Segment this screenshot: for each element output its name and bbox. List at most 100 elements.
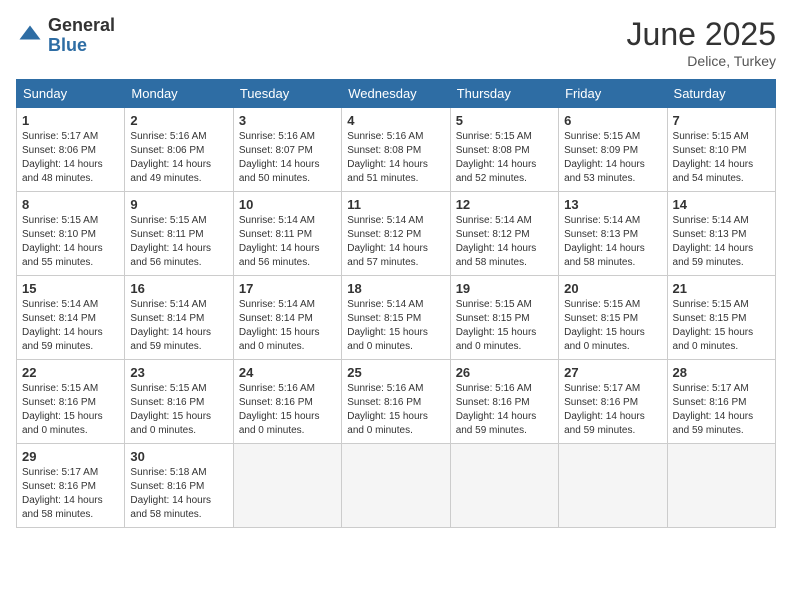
logo-blue: Blue (48, 36, 115, 56)
calendar-day-cell (450, 444, 558, 528)
day-number: 27 (564, 365, 661, 380)
day-number: 7 (673, 113, 770, 128)
day-number: 23 (130, 365, 227, 380)
calendar-day-cell: 26Sunrise: 5:16 AM Sunset: 8:16 PM Dayli… (450, 360, 558, 444)
calendar-week-row: 1Sunrise: 5:17 AM Sunset: 8:06 PM Daylig… (17, 108, 776, 192)
calendar-day-cell: 6 Sunrise: 5:15 AM Sunset: 8:09 PM Daylig… (559, 108, 667, 192)
day-number: 14 (673, 197, 770, 212)
day-number: 22 (22, 365, 119, 380)
day-info: Sunrise: 5:14 AM Sunset: 8:15 PM Dayligh… (347, 298, 444, 354)
calendar-day-cell: 1Sunrise: 5:17 AM Sunset: 8:06 PM Daylig… (17, 108, 125, 192)
calendar-day-cell: 17 Sunrise: 5:14 AM Sunset: 8:14 PM Dayli… (233, 276, 341, 360)
day-number: 12 (456, 197, 553, 212)
day-number: 6 (564, 113, 661, 128)
calendar-day-cell: 29 Sunrise: 5:17 AM Sunset: 8:16 PM Dayli… (17, 444, 125, 528)
day-number: 21 (673, 281, 770, 296)
calendar-day-cell: 15 Sunrise: 5:14 AM Sunset: 8:14 PM Dayli… (17, 276, 125, 360)
day-info: Sunrise: 5:16 AM Sunset: 8:06 PM Dayligh… (130, 130, 227, 186)
day-number: 30 (130, 449, 227, 464)
logo: General Blue (16, 16, 115, 56)
day-info: Sunrise: 5:15 AM Sunset: 8:15 PM Dayligh… (456, 298, 553, 354)
day-info: Sunrise: 5:15 AM Sunset: 8:10 PM Dayligh… (22, 214, 119, 270)
day-number: 10 (239, 197, 336, 212)
day-number: 24 (239, 365, 336, 380)
logo-icon (16, 22, 44, 50)
day-info: Sunrise: 5:14 AM Sunset: 8:11 PM Dayligh… (239, 214, 336, 270)
calendar-day-cell (559, 444, 667, 528)
day-number: 13 (564, 197, 661, 212)
day-info: Sunrise: 5:15 AM Sunset: 8:08 PM Dayligh… (456, 130, 553, 186)
calendar-day-header: Saturday (667, 80, 775, 108)
day-number: 1 (22, 113, 119, 128)
day-info: Sunrise: 5:14 AM Sunset: 8:14 PM Dayligh… (130, 298, 227, 354)
day-info: Sunrise: 5:14 AM Sunset: 8:12 PM Dayligh… (456, 214, 553, 270)
calendar-day-cell: 18 Sunrise: 5:14 AM Sunset: 8:15 PM Dayli… (342, 276, 450, 360)
calendar-week-row: 22 Sunrise: 5:15 AM Sunset: 8:16 PM Dayli… (17, 360, 776, 444)
day-number: 3 (239, 113, 336, 128)
day-number: 11 (347, 197, 444, 212)
calendar-day-cell: 5 Sunrise: 5:15 AM Sunset: 8:08 PM Daylig… (450, 108, 558, 192)
title-block: June 2025 Delice, Turkey (627, 16, 776, 69)
day-info: Sunrise: 5:15 AM Sunset: 8:16 PM Dayligh… (22, 382, 119, 438)
logo-general: General (48, 16, 115, 36)
calendar-day-cell: 19 Sunrise: 5:15 AM Sunset: 8:15 PM Dayli… (450, 276, 558, 360)
calendar-day-cell: 16Sunrise: 5:14 AM Sunset: 8:14 PM Dayli… (125, 276, 233, 360)
calendar-header-row: SundayMondayTuesdayWednesdayThursdayFrid… (17, 80, 776, 108)
day-number: 8 (22, 197, 119, 212)
page-header: General Blue June 2025 Delice, Turkey (16, 16, 776, 69)
month-title: June 2025 (627, 16, 776, 53)
calendar-week-row: 15 Sunrise: 5:14 AM Sunset: 8:14 PM Dayli… (17, 276, 776, 360)
day-info: Sunrise: 5:14 AM Sunset: 8:13 PM Dayligh… (673, 214, 770, 270)
day-number: 5 (456, 113, 553, 128)
day-number: 2 (130, 113, 227, 128)
calendar-day-header: Tuesday (233, 80, 341, 108)
calendar-day-cell (233, 444, 341, 528)
day-info: Sunrise: 5:18 AM Sunset: 8:16 PM Dayligh… (130, 466, 227, 522)
calendar-day-cell: 3Sunrise: 5:16 AM Sunset: 8:07 PM Daylig… (233, 108, 341, 192)
calendar-day-cell: 24Sunrise: 5:16 AM Sunset: 8:16 PM Dayli… (233, 360, 341, 444)
calendar-day-cell: 20 Sunrise: 5:15 AM Sunset: 8:15 PM Dayli… (559, 276, 667, 360)
calendar-day-cell (342, 444, 450, 528)
day-number: 9 (130, 197, 227, 212)
day-info: Sunrise: 5:15 AM Sunset: 8:10 PM Dayligh… (673, 130, 770, 186)
day-info: Sunrise: 5:14 AM Sunset: 8:13 PM Dayligh… (564, 214, 661, 270)
calendar-day-cell: 22 Sunrise: 5:15 AM Sunset: 8:16 PM Dayli… (17, 360, 125, 444)
day-info: Sunrise: 5:15 AM Sunset: 8:11 PM Dayligh… (130, 214, 227, 270)
day-info: Sunrise: 5:16 AM Sunset: 8:16 PM Dayligh… (456, 382, 553, 438)
calendar-day-cell: 30 Sunrise: 5:18 AM Sunset: 8:16 PM Dayli… (125, 444, 233, 528)
day-info: Sunrise: 5:14 AM Sunset: 8:12 PM Dayligh… (347, 214, 444, 270)
day-info: Sunrise: 5:17 AM Sunset: 8:16 PM Dayligh… (673, 382, 770, 438)
day-info: Sunrise: 5:14 AM Sunset: 8:14 PM Dayligh… (239, 298, 336, 354)
day-number: 19 (456, 281, 553, 296)
day-number: 17 (239, 281, 336, 296)
calendar-day-cell: 11 Sunrise: 5:14 AM Sunset: 8:12 PM Dayli… (342, 192, 450, 276)
day-info: Sunrise: 5:15 AM Sunset: 8:16 PM Dayligh… (130, 382, 227, 438)
day-info: Sunrise: 5:15 AM Sunset: 8:15 PM Dayligh… (564, 298, 661, 354)
calendar-day-cell: 10 Sunrise: 5:14 AM Sunset: 8:11 PM Dayli… (233, 192, 341, 276)
calendar-day-header: Sunday (17, 80, 125, 108)
calendar-day-header: Thursday (450, 80, 558, 108)
calendar-day-cell: 27 Sunrise: 5:17 AM Sunset: 8:16 PM Dayli… (559, 360, 667, 444)
day-info: Sunrise: 5:17 AM Sunset: 8:16 PM Dayligh… (564, 382, 661, 438)
calendar-day-cell: 12 Sunrise: 5:14 AM Sunset: 8:12 PM Dayli… (450, 192, 558, 276)
calendar-day-cell (667, 444, 775, 528)
calendar-day-cell: 14 Sunrise: 5:14 AM Sunset: 8:13 PM Dayli… (667, 192, 775, 276)
calendar-day-cell: 25Sunrise: 5:16 AM Sunset: 8:16 PM Dayli… (342, 360, 450, 444)
calendar-day-cell: 9 Sunrise: 5:15 AM Sunset: 8:11 PM Daylig… (125, 192, 233, 276)
day-number: 20 (564, 281, 661, 296)
calendar-day-header: Wednesday (342, 80, 450, 108)
day-info: Sunrise: 5:14 AM Sunset: 8:14 PM Dayligh… (22, 298, 119, 354)
day-number: 29 (22, 449, 119, 464)
calendar-day-cell: 8 Sunrise: 5:15 AM Sunset: 8:10 PM Daylig… (17, 192, 125, 276)
calendar-day-header: Friday (559, 80, 667, 108)
day-info: Sunrise: 5:17 AM Sunset: 8:16 PM Dayligh… (22, 466, 119, 522)
day-number: 15 (22, 281, 119, 296)
day-number: 18 (347, 281, 444, 296)
day-number: 25 (347, 365, 444, 380)
day-info: Sunrise: 5:15 AM Sunset: 8:09 PM Dayligh… (564, 130, 661, 186)
calendar-table: SundayMondayTuesdayWednesdayThursdayFrid… (16, 79, 776, 528)
calendar-day-cell: 23 Sunrise: 5:15 AM Sunset: 8:16 PM Dayli… (125, 360, 233, 444)
calendar-day-header: Monday (125, 80, 233, 108)
calendar-week-row: 8 Sunrise: 5:15 AM Sunset: 8:10 PM Daylig… (17, 192, 776, 276)
calendar-day-cell: 21Sunrise: 5:15 AM Sunset: 8:15 PM Dayli… (667, 276, 775, 360)
